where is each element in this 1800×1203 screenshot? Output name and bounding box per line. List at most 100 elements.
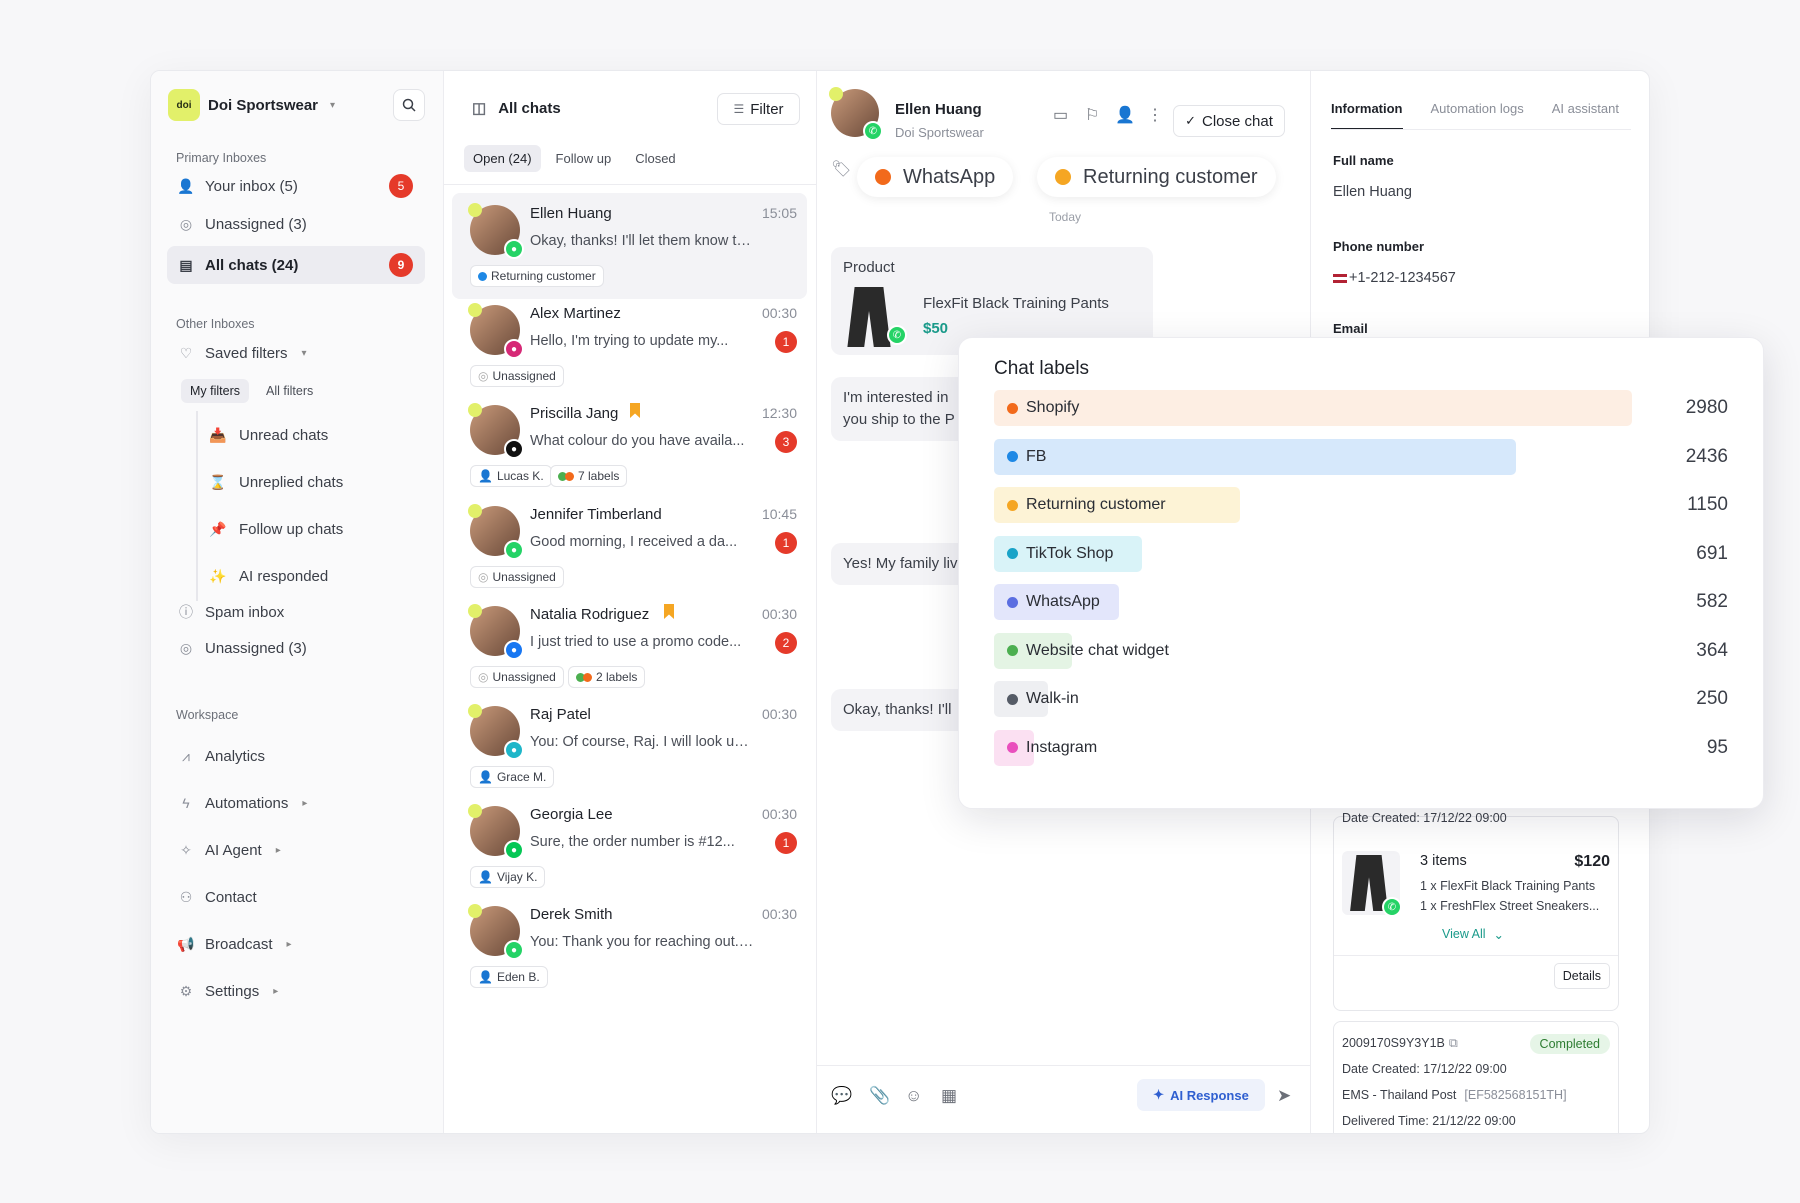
- chat-row[interactable]: ● Derek Smith 00:30 You: Thank you for reac…: [452, 894, 807, 1000]
- calendar-icon[interactable]: ▦: [941, 1086, 957, 1106]
- label-bar-label[interactable]: WhatsApp: [1007, 584, 1100, 620]
- emoji-icon[interactable]: ☺: [905, 1086, 922, 1106]
- message-bubble: Okay, thanks! I'll: [831, 689, 971, 731]
- brand-badge: [468, 203, 482, 217]
- chat-preview: You: Of course, Raj. I will look up yo..…: [530, 734, 755, 750]
- nav-label: Automations: [205, 794, 289, 812]
- contact-avatar: ✆: [829, 87, 883, 141]
- filter-follow-up-chats[interactable]: 📌 Follow up chats: [209, 520, 343, 538]
- whatsapp-icon: ✆: [863, 121, 883, 141]
- tab-ai-assistant[interactable]: AI assistant: [1552, 101, 1619, 130]
- chat-row[interactable]: ● Natalia Rodriguez 00:30 I just tried to u…: [452, 594, 807, 700]
- label-name: Shopify: [1026, 399, 1080, 416]
- tab-all-filters[interactable]: All filters: [257, 379, 322, 403]
- brand-badge: [468, 303, 482, 317]
- chat-tag: ◎ Unassigned: [470, 566, 564, 588]
- label-bar-label[interactable]: Returning customer: [1007, 487, 1166, 523]
- label-bar-label[interactable]: TikTok Shop: [1007, 536, 1113, 572]
- label-dot: [1007, 596, 1018, 608]
- search-button[interactable]: [393, 89, 425, 121]
- user-circle-icon: ◎: [478, 670, 489, 684]
- label-dot: [1007, 645, 1018, 656]
- nav-all-chats[interactable]: ▤ All chats (24) 9: [167, 246, 425, 284]
- tab-information[interactable]: Information: [1331, 101, 1403, 130]
- more-vertical-icon[interactable]: ⋮: [1147, 105, 1163, 125]
- bookmark-icon[interactable]: ⚐: [1085, 105, 1099, 125]
- chat-preview: Good morning, I received a da...: [530, 534, 738, 550]
- tab-automation-logs[interactable]: Automation logs: [1431, 101, 1524, 130]
- quick-reply-icon[interactable]: 💬: [831, 1086, 852, 1106]
- phone-label: Phone number: [1333, 239, 1425, 254]
- label-bar-label[interactable]: Walk-in: [1007, 681, 1079, 717]
- hourglass-icon: ⌛: [209, 473, 227, 490]
- label-name: TikTok Shop: [1026, 544, 1114, 562]
- chart-line-icon: ⩘: [182, 747, 190, 764]
- chat-tag: Returning customer: [470, 265, 604, 287]
- copy-icon[interactable]: ⧉: [1449, 1036, 1458, 1051]
- panel-toggle-icon[interactable]: ◫: [472, 99, 486, 117]
- close-chat-button[interactable]: ✓ Close chat: [1173, 105, 1285, 137]
- nav-spam-inbox[interactable]: ⓘ Spam inbox: [167, 593, 425, 631]
- order-total: $120: [1574, 853, 1610, 870]
- attachment-icon[interactable]: 📎: [869, 1086, 890, 1106]
- label-count: 1150: [1687, 494, 1728, 515]
- phone-row: +1-212-1234567: [1333, 270, 1456, 286]
- nav-automations[interactable]: ϟ Automations ▸: [167, 784, 425, 822]
- contact-name: Jennifer Timberland: [530, 506, 662, 523]
- nav-broadcast[interactable]: 📢 Broadcast ▸: [167, 925, 425, 963]
- nav-saved-filters[interactable]: ♡ Saved filters ▾: [167, 334, 425, 372]
- chat-row[interactable]: ● Ellen Huang 15:05 Okay, thanks! I'll let …: [452, 193, 807, 299]
- brand-switcher[interactable]: doi Doi Sportswear ▾: [168, 89, 335, 121]
- send-icon[interactable]: ➤: [1277, 1086, 1291, 1106]
- tab-open[interactable]: Open (24): [464, 145, 541, 172]
- chat-list-header: ◫ All chats: [472, 99, 561, 118]
- label-bar-label[interactable]: Shopify: [1007, 390, 1079, 426]
- brand-badge: [468, 804, 482, 818]
- label-bar-label[interactable]: Instagram: [1007, 730, 1097, 766]
- unread-badge: 5: [389, 174, 413, 198]
- filter-button[interactable]: ☰ Filter: [717, 93, 800, 125]
- chat-row[interactable]: ● Georgia Lee 00:30 Sure, the order number …: [452, 794, 807, 900]
- unread-badge: 3: [775, 431, 797, 453]
- nav-ai-agent[interactable]: ✧ AI Agent ▸: [167, 831, 425, 869]
- ai-response-button[interactable]: ✦ AI Response: [1137, 1079, 1265, 1111]
- nav-label: All chats (24): [205, 256, 299, 274]
- sparkle-icon: ✦: [1153, 1087, 1165, 1102]
- tab-my-filters[interactable]: My filters: [181, 379, 249, 403]
- nav-unassigned-other[interactable]: ◎ Unassigned (3): [167, 629, 425, 667]
- tag-label: Returning customer: [491, 269, 596, 283]
- chat-row[interactable]: ● Priscilla Jang 12:30 What colour do you h…: [452, 393, 807, 499]
- label-count: 95: [1706, 736, 1728, 758]
- label-bar-label[interactable]: FB: [1007, 439, 1046, 475]
- nav-unassigned[interactable]: ◎ Unassigned (3): [167, 205, 425, 243]
- tab-closed[interactable]: Closed: [626, 145, 684, 172]
- nav-analytics[interactable]: ⩘ Analytics: [167, 737, 425, 775]
- details-button[interactable]: Details: [1553, 963, 1610, 989]
- filter-unreplied-chats[interactable]: ⌛ Unreplied chats: [209, 473, 343, 491]
- nav-settings[interactable]: ⚙ Settings ▸: [167, 972, 425, 1010]
- filter-ai-responded[interactable]: ✨ AI responded: [209, 567, 328, 585]
- view-all-link[interactable]: View All ⌄: [1442, 927, 1504, 942]
- nav-contact[interactable]: ⚇ Contact: [167, 878, 425, 916]
- assignee-avatar[interactable]: 👤: [1115, 105, 1135, 125]
- tag-label: Vijay K.: [496, 870, 538, 884]
- label-pill-whatsapp[interactable]: WhatsApp: [857, 157, 1014, 197]
- label-bar-label[interactable]: Website chat widget: [1007, 633, 1169, 669]
- tag-icon[interactable]: 🏷: [831, 159, 851, 179]
- tracking-number[interactable]: [EF582568151TH]: [1464, 1088, 1566, 1102]
- caret-right-icon: ▸: [302, 797, 308, 809]
- chat-row[interactable]: ● Alex Martinez 00:30 Hello, I'm trying to …: [452, 293, 807, 399]
- chat-time: 10:45: [761, 506, 797, 522]
- contact-name: Alex Martinez: [530, 305, 621, 322]
- tab-follow-up[interactable]: Follow up: [547, 145, 621, 172]
- nav-your-inbox[interactable]: 👤 Your inbox (5) 5: [167, 167, 425, 205]
- chevron-down-icon: ⌄: [1493, 928, 1505, 942]
- chat-row[interactable]: ● Jennifer Timberland 10:45 Good morning, I…: [452, 494, 807, 600]
- label-pill-returning-customer[interactable]: Returning customer: [1037, 157, 1276, 197]
- user-circle-icon: ◎: [478, 369, 489, 383]
- chat-note-icon[interactable]: ▭: [1053, 105, 1068, 125]
- chat-row[interactable]: ● Raj Patel 00:30 You: Of course, Raj. I wi…: [452, 694, 807, 800]
- workspace-label: Workspace: [176, 708, 239, 722]
- label-name: Returning customer: [1026, 496, 1166, 513]
- filter-unread-chats[interactable]: 📥 Unread chats: [209, 426, 328, 444]
